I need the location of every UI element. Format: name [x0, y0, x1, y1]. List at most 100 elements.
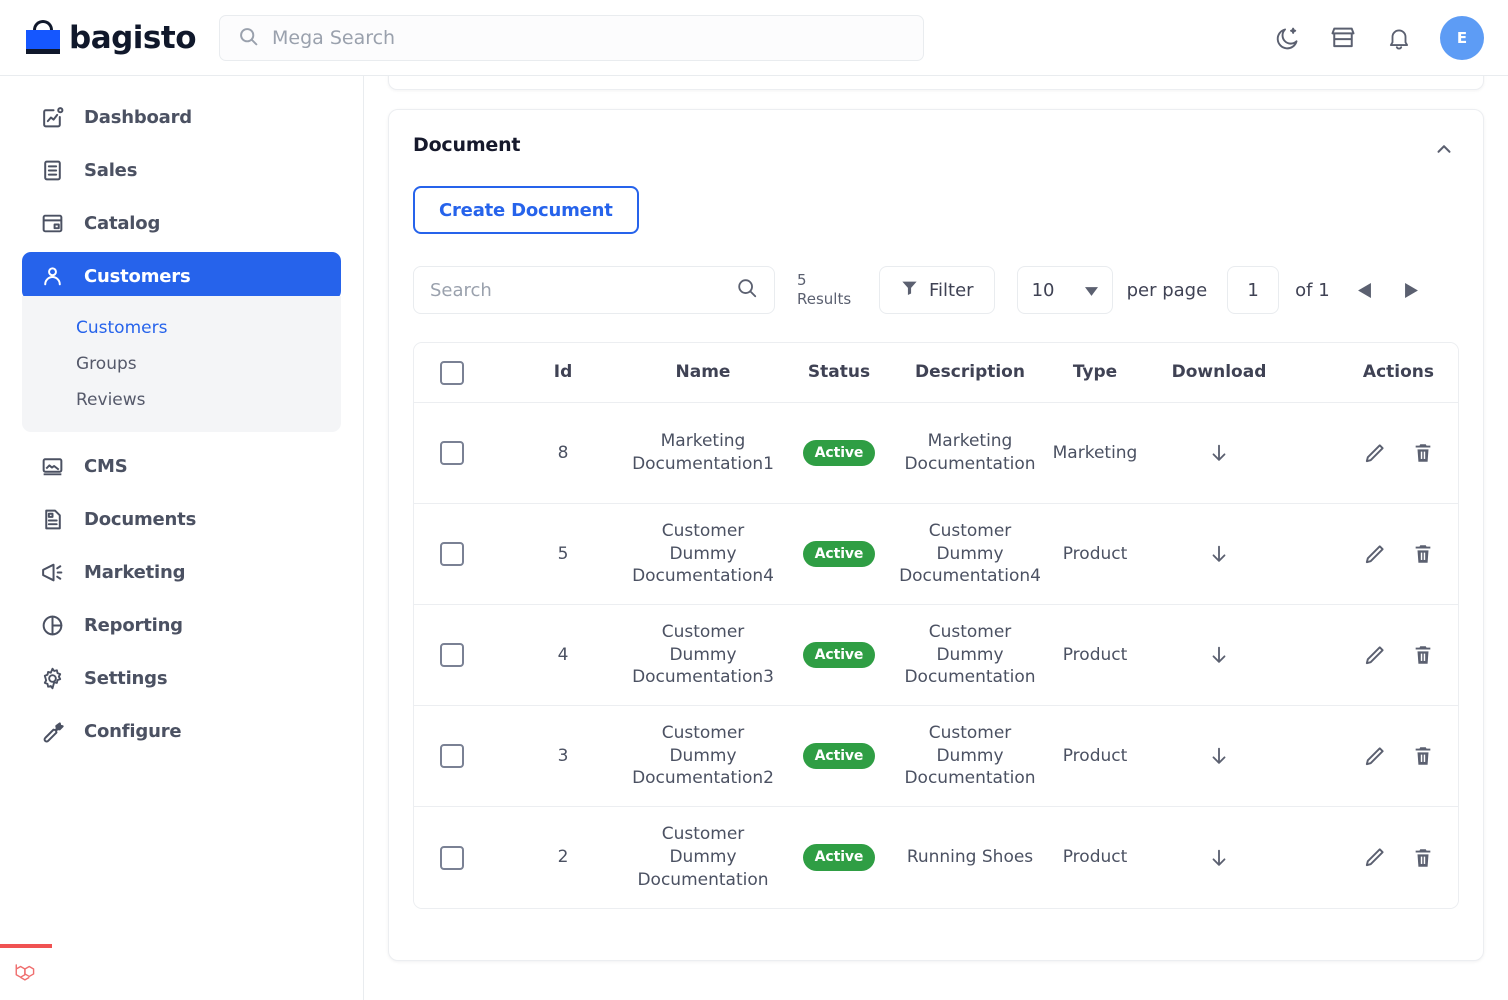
trash-icon[interactable] — [1412, 644, 1434, 666]
sidebar-item-marketing[interactable]: Marketing — [22, 548, 341, 596]
trash-icon[interactable] — [1412, 745, 1434, 767]
top-header: bagisto Mega Search E — [0, 0, 1508, 76]
brand-name: bagisto — [69, 19, 197, 56]
sidebar: Dashboard Sales Catalog Customers Custom… — [0, 76, 364, 1000]
sidebar-item-reporting[interactable]: Reporting — [22, 601, 341, 649]
select-all-checkbox[interactable] — [440, 360, 464, 385]
per-page-select[interactable]: 10 — [1016, 266, 1113, 314]
laravel-debugbar-toggle[interactable] — [0, 944, 52, 1000]
arrow-down-icon[interactable] — [1208, 543, 1230, 565]
select-all-cell — [414, 347, 504, 399]
sidebar-item-configure[interactable]: Configure — [22, 707, 341, 755]
column-header-id[interactable]: Id — [504, 347, 622, 398]
row-download-cell — [1144, 833, 1294, 883]
sidebar-item-documents[interactable]: Documents — [22, 495, 341, 543]
pencil-icon[interactable] — [1363, 846, 1386, 869]
column-header-description[interactable]: Description — [894, 347, 1046, 398]
row-name: Customer Dummy Documentation4 — [632, 520, 774, 587]
table-row[interactable]: 5 Customer Dummy Documentation4 Active C… — [414, 504, 1458, 605]
column-header-download[interactable]: Download — [1144, 347, 1294, 398]
row-status-cell: Active — [784, 628, 894, 683]
table-row[interactable]: 2 Customer Dummy Documentation Active Ru… — [414, 807, 1458, 908]
user-icon — [38, 262, 66, 290]
row-actions-cell — [1294, 731, 1458, 782]
sidebar-item-dashboard[interactable]: Dashboard — [22, 93, 341, 141]
next-page-button[interactable] — [1404, 282, 1418, 298]
sidebar-item-sales[interactable]: Sales — [22, 146, 341, 194]
sidebar-subitem-reviews[interactable]: Reviews — [22, 382, 341, 418]
row-checkbox[interactable] — [440, 542, 464, 566]
page-number-input[interactable]: 1 — [1227, 266, 1280, 314]
row-actions-cell — [1294, 428, 1458, 479]
gear-icon — [38, 664, 66, 692]
laravel-icon — [13, 959, 39, 989]
row-description: Customer Dummy Documentation — [904, 722, 1036, 789]
row-download-cell — [1144, 630, 1294, 680]
row-id: 4 — [557, 644, 569, 665]
filter-button[interactable]: Filter — [879, 266, 995, 314]
search-icon — [238, 26, 259, 51]
main-content: Document Create Document Search 5 Result… — [364, 76, 1508, 1000]
bell-icon[interactable] — [1384, 23, 1414, 53]
create-document-button[interactable]: Create Document — [413, 186, 639, 234]
status-badge: Active — [802, 844, 876, 871]
search-input[interactable] — [430, 279, 728, 301]
panel-header: Document — [413, 134, 1459, 168]
status-badge: Active — [802, 540, 876, 568]
pencil-icon[interactable] — [1363, 644, 1386, 667]
status-badge: Active — [802, 641, 876, 669]
pencil-icon[interactable] — [1363, 745, 1386, 768]
moon-icon[interactable] — [1272, 23, 1302, 53]
pie-chart-icon — [38, 611, 66, 639]
row-select-cell — [414, 730, 504, 782]
arrow-down-icon[interactable] — [1208, 442, 1230, 464]
row-actions-cell — [1294, 529, 1458, 580]
trash-icon[interactable] — [1412, 847, 1434, 869]
arrow-down-icon[interactable] — [1208, 847, 1230, 869]
row-checkbox[interactable] — [440, 744, 464, 768]
row-description: Customer Dummy Documentation4 — [899, 520, 1041, 587]
sidebar-item-label: Customers — [84, 265, 191, 287]
table-header-row: Id Name Status Description Type Download… — [414, 343, 1458, 403]
trash-icon[interactable] — [1412, 543, 1434, 565]
sidebar-item-cms[interactable]: CMS — [22, 442, 341, 490]
row-checkbox[interactable] — [440, 845, 464, 870]
avatar[interactable]: E — [1440, 16, 1484, 60]
search-box[interactable] — [413, 266, 775, 314]
mega-search-box[interactable]: Mega Search — [219, 15, 924, 61]
trash-icon[interactable] — [1412, 442, 1434, 464]
table-row[interactable]: 8 Marketing Documentation1 Active Market… — [414, 403, 1458, 504]
pencil-icon[interactable] — [1363, 442, 1386, 465]
dashboard-chart-icon — [38, 103, 66, 131]
row-type: Marketing — [1052, 442, 1138, 463]
sidebar-subitem-customers[interactable]: Customers — [22, 310, 341, 346]
column-header-status[interactable]: Status — [784, 347, 894, 398]
sidebar-item-label: Documents — [84, 508, 197, 530]
pencil-icon[interactable] — [1363, 543, 1386, 566]
sidebar-item-catalog[interactable]: Catalog — [22, 199, 341, 247]
header-actions: E — [1272, 0, 1484, 76]
results-number: 5 — [797, 271, 807, 290]
column-header-name[interactable]: Name — [622, 347, 784, 398]
row-name: Customer Dummy Documentation — [637, 824, 769, 890]
row-checkbox[interactable] — [440, 643, 464, 667]
megaphone-icon — [38, 558, 66, 586]
sidebar-subitem-groups[interactable]: Groups — [22, 346, 341, 382]
row-checkbox[interactable] — [440, 441, 464, 465]
chevron-up-icon[interactable] — [1429, 134, 1459, 168]
column-header-type[interactable]: Type — [1046, 347, 1144, 398]
row-status-cell: Active — [784, 527, 894, 582]
search-icon[interactable] — [736, 277, 758, 303]
sidebar-item-customers[interactable]: Customers — [22, 252, 341, 300]
prev-page-button[interactable] — [1357, 282, 1371, 298]
table-row[interactable]: 3 Customer Dummy Documentation2 Active C… — [414, 706, 1458, 807]
brand-logo-area[interactable]: bagisto — [0, 19, 197, 56]
row-name: Marketing Documentation1 — [632, 431, 774, 474]
sidebar-item-settings[interactable]: Settings — [22, 654, 341, 702]
store-icon[interactable] — [1328, 23, 1358, 53]
status-badge: Active — [802, 439, 876, 467]
table-row[interactable]: 4 Customer Dummy Documentation3 Active C… — [414, 605, 1458, 706]
arrow-down-icon[interactable] — [1208, 745, 1230, 767]
results-label: Results — [797, 290, 852, 308]
arrow-down-icon[interactable] — [1208, 644, 1230, 666]
